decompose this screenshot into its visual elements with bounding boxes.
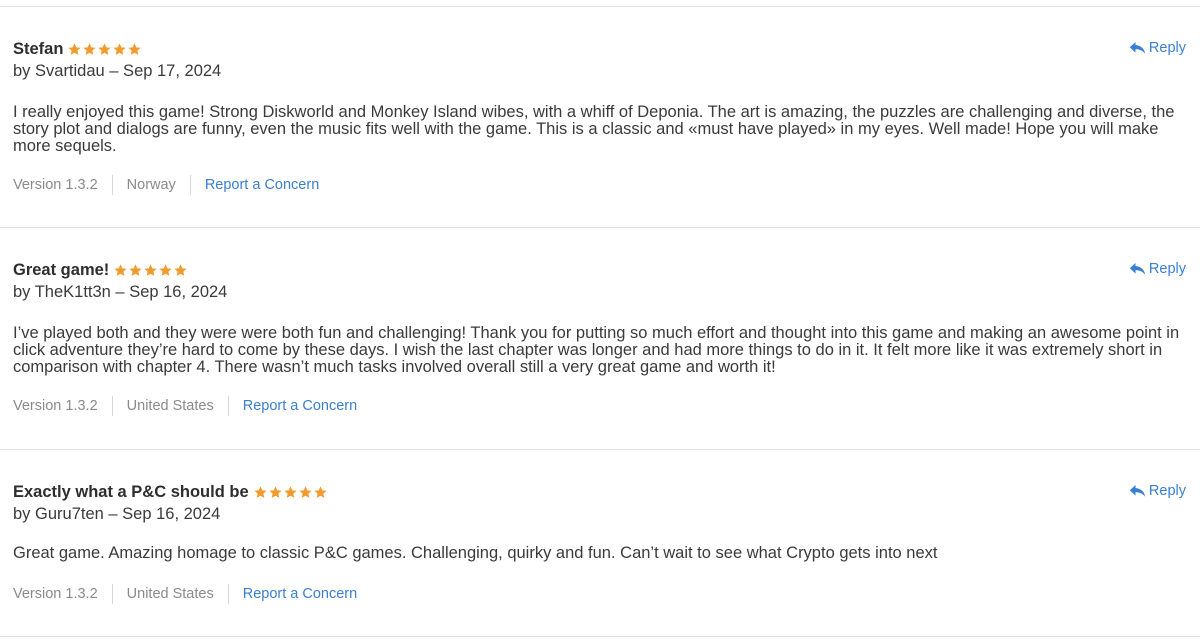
- report-concern-link[interactable]: Report a Concern: [243, 398, 357, 414]
- review-byline: by Svartidau – Sep 17, 2024: [13, 62, 222, 80]
- reply-arrow-icon: [1129, 262, 1146, 276]
- meta-separator: [189, 175, 191, 195]
- reply-button[interactable]: Reply: [1129, 40, 1186, 56]
- star-icon: [313, 485, 328, 500]
- meta-separator: [111, 175, 113, 195]
- star-icon: [127, 42, 142, 57]
- review-title-line: Stefan: [13, 38, 142, 60]
- reply-label: Reply: [1148, 261, 1186, 277]
- review-title-line: Exactly what a P&C should be: [13, 481, 328, 503]
- reply-label: Reply: [1148, 483, 1186, 499]
- star-rating: [113, 263, 188, 278]
- review-card: Stefan Reply by Svartidau – Sep 17, 2024…: [0, 7, 1200, 228]
- review-version: Version 1.3.2: [13, 398, 98, 414]
- review-card: Exactly what a P&C should be Reply by Gu…: [0, 450, 1200, 637]
- review-body: I’ve played both and they were were both…: [13, 324, 1180, 377]
- star-icon: [112, 42, 127, 57]
- star-icon: [158, 263, 173, 278]
- review-body: I really enjoyed this game! Strong Diskw…: [13, 103, 1175, 156]
- star-rating: [253, 485, 328, 500]
- star-icon: [97, 42, 112, 57]
- star-rating: [67, 42, 142, 57]
- review-title: Exactly what a P&C should be: [13, 482, 249, 501]
- review-country: Norway: [126, 177, 176, 193]
- meta-separator: [227, 396, 229, 416]
- report-concern-link[interactable]: Report a Concern: [205, 177, 319, 193]
- star-icon: [82, 42, 97, 57]
- review-card: Great game! Reply by TheK1tt3n – Sep 16,…: [0, 228, 1200, 450]
- meta-separator: [111, 396, 113, 416]
- review-title: Great game!: [13, 260, 110, 279]
- review-version: Version 1.3.2: [13, 586, 98, 602]
- star-icon: [67, 42, 82, 57]
- report-concern-link[interactable]: Report a Concern: [243, 586, 357, 602]
- review-country: United States: [126, 398, 214, 414]
- review-byline: by TheK1tt3n – Sep 16, 2024: [13, 283, 228, 301]
- review-version: Version 1.3.2: [13, 177, 98, 193]
- meta-separator: [227, 584, 229, 604]
- reply-arrow-icon: [1129, 41, 1146, 55]
- star-icon: [113, 263, 128, 278]
- review-title: Stefan: [13, 39, 64, 58]
- reply-label: Reply: [1148, 40, 1186, 56]
- meta-separator: [111, 584, 113, 604]
- star-icon: [253, 485, 268, 500]
- review-byline: by Guru7ten – Sep 16, 2024: [13, 505, 221, 523]
- star-icon: [283, 485, 298, 500]
- star-icon: [298, 485, 313, 500]
- review-meta: Version 1.3.2 United States Report a Con…: [13, 584, 357, 604]
- review-body: Great game. Amazing homage to classic P&…: [13, 544, 938, 562]
- star-icon: [143, 263, 158, 278]
- star-icon: [128, 263, 143, 278]
- review-meta: Version 1.3.2 Norway Report a Concern: [13, 175, 319, 195]
- reply-button[interactable]: Reply: [1129, 261, 1186, 277]
- review-country: United States: [126, 586, 214, 602]
- reply-arrow-icon: [1129, 484, 1146, 498]
- star-icon: [173, 263, 188, 278]
- bottom-divider: [0, 636, 1200, 637]
- reply-button[interactable]: Reply: [1129, 483, 1186, 499]
- review-title-line: Great game!: [13, 259, 188, 281]
- review-meta: Version 1.3.2 United States Report a Con…: [13, 396, 357, 416]
- star-icon: [268, 485, 283, 500]
